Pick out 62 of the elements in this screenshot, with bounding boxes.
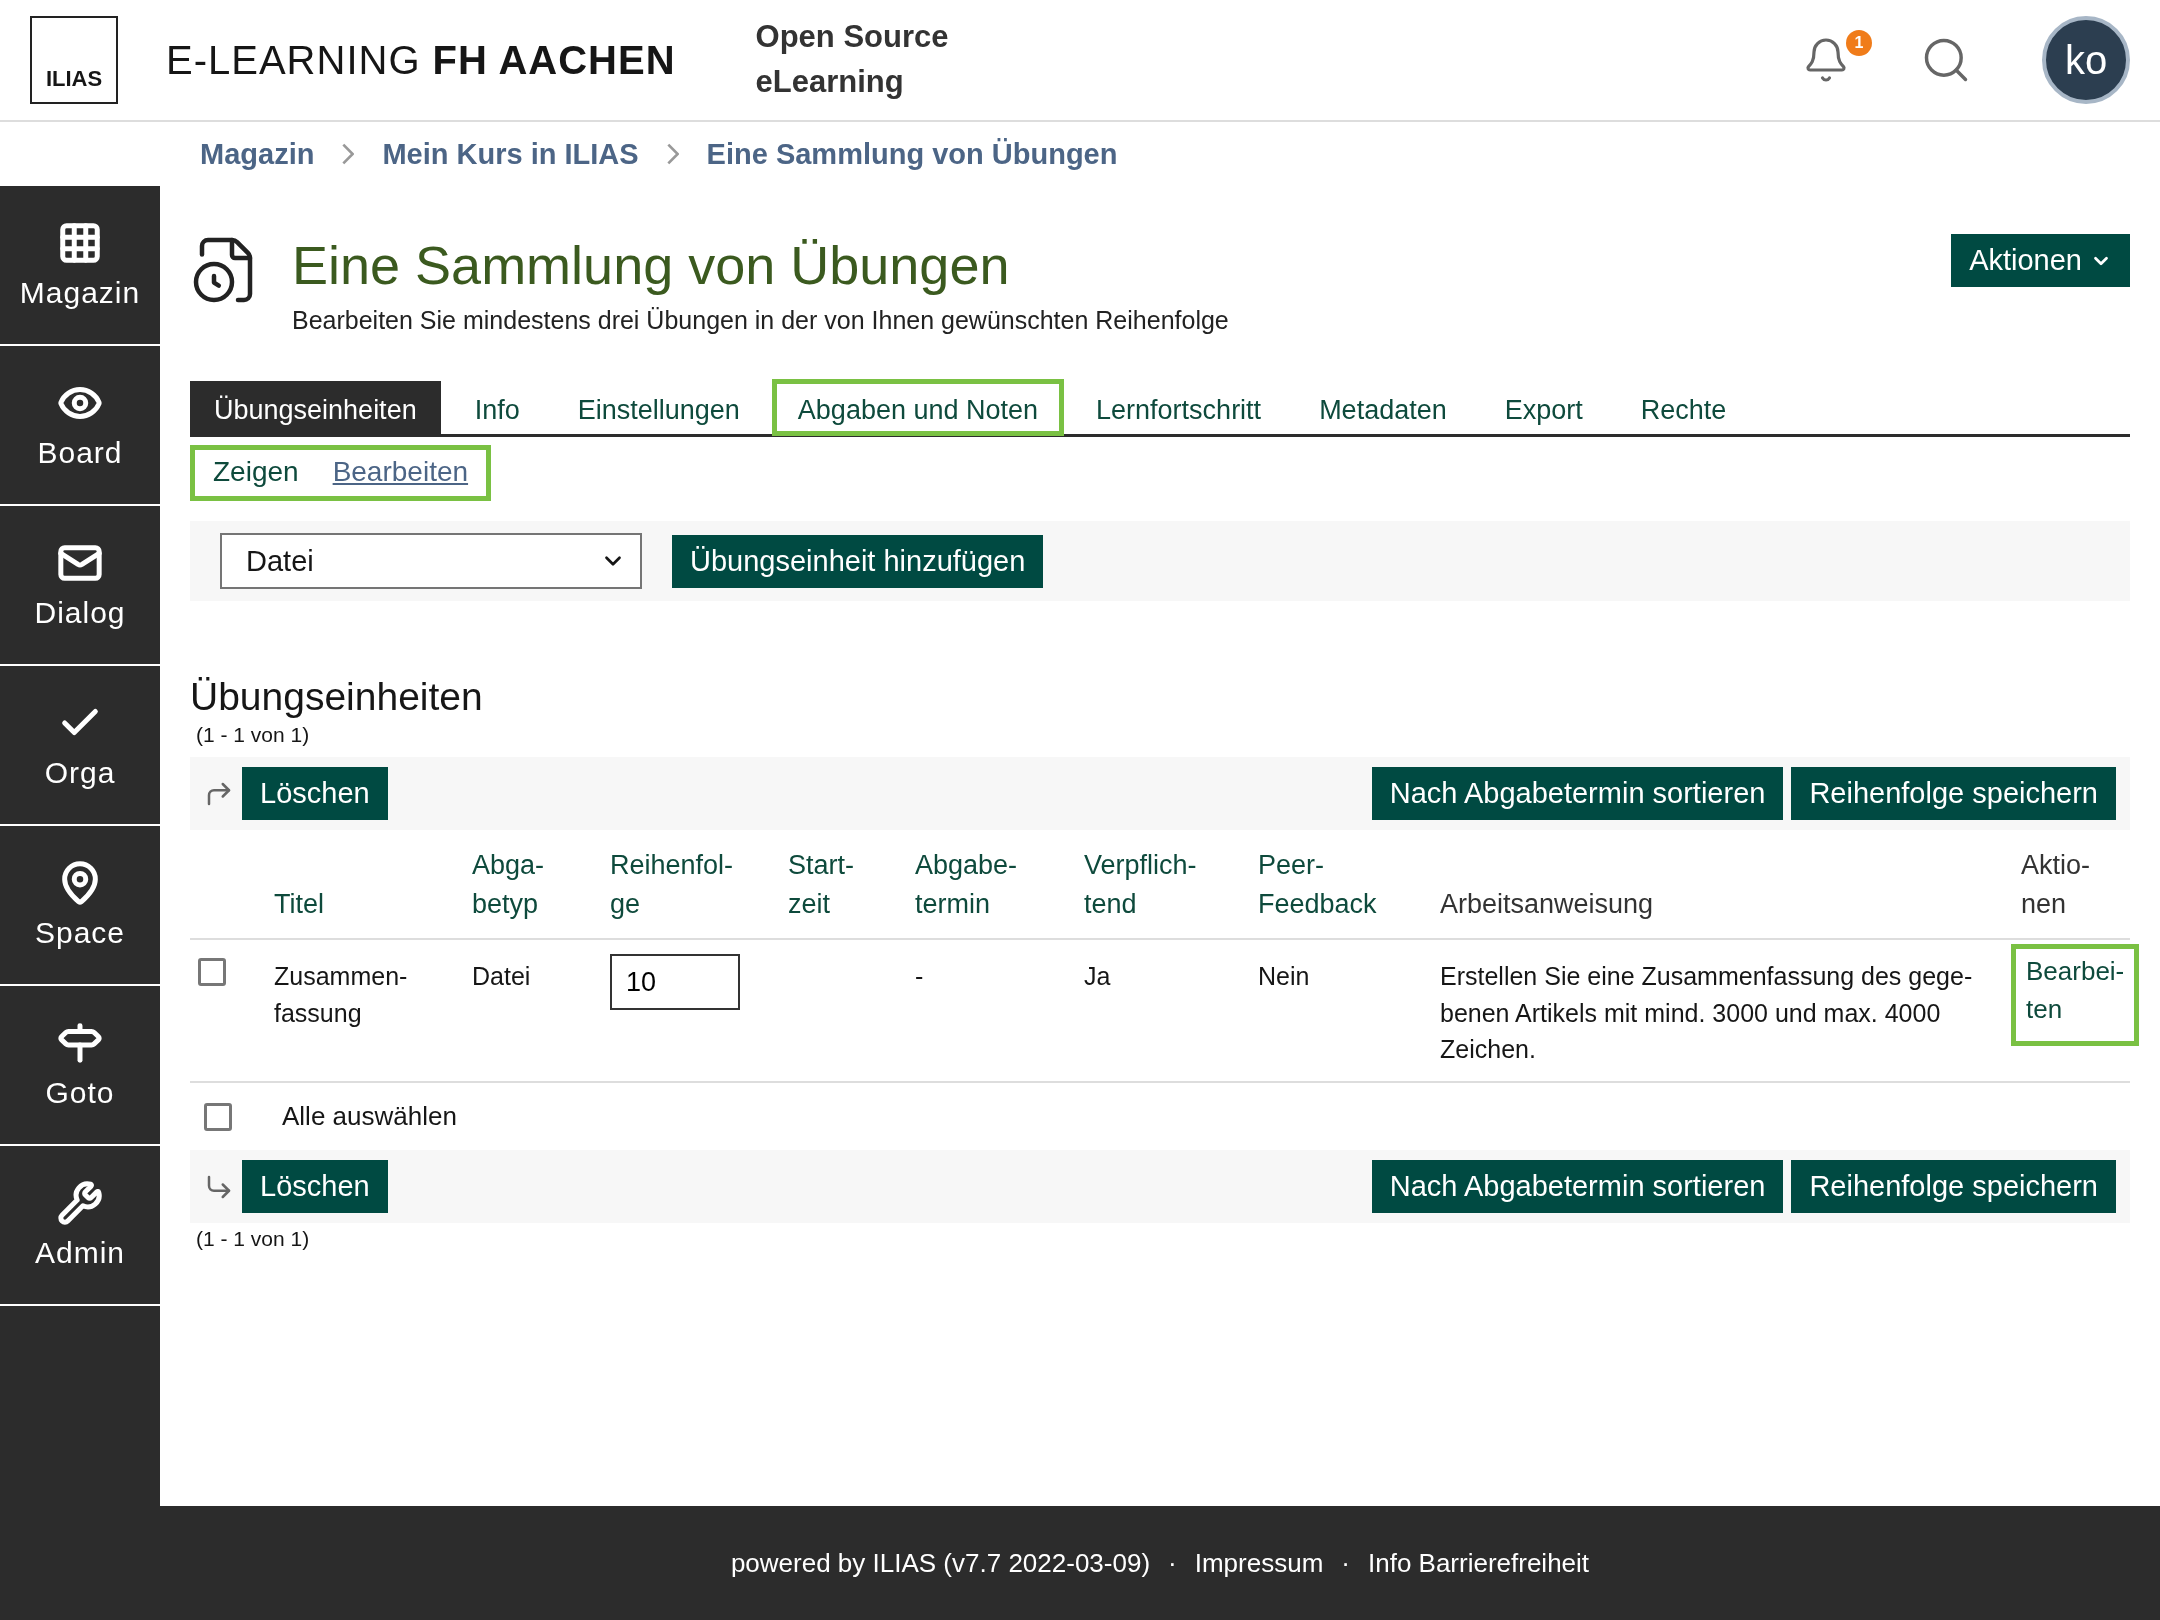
column-header: Aktio- nen [2013,830,2130,940]
column-header[interactable]: Abgabe- termin [907,830,1076,940]
chevron-icon [666,142,679,166]
subtab[interactable]: Bearbeiten [332,456,469,488]
separator-dot: · [1341,1547,1350,1579]
breadcrumb-link[interactable]: Magazin [200,137,315,171]
actions-button[interactable]: Aktionen [1951,234,2130,287]
avatar[interactable]: ko [2042,16,2130,104]
notification-badge: 1 [1846,30,1872,56]
site-title: E-LEARNING FH AACHEN [166,37,676,83]
page-description: Bearbeiten Sie mindestens drei Übungen in der von Ihnen gewünschten Reihenfolge [292,306,1229,335]
delete-button[interactable]: Löschen [242,767,388,820]
checkbox[interactable] [198,958,226,987]
chevron-icon [342,142,355,166]
order-input[interactable]: 10 [610,954,740,1011]
subtab[interactable]: Zeigen [213,456,299,488]
checkbox[interactable] [204,1102,232,1131]
breadcrumb-link[interactable]: Mein Kurs in ILIAS [382,137,639,171]
range-text: (1 - 1 von 1) [196,723,311,747]
tab[interactable]: Rechte [1616,381,1751,434]
breadcrumb-link[interactable]: Eine Sammlung von Übungen [706,137,1118,171]
wrench-icon [57,1180,103,1226]
column-header: Arbeitsanweisung [1432,830,2013,940]
tab[interactable]: Info [450,381,544,434]
table-cell: Zusammen- fassung [266,939,464,1083]
select-all-label: Alle auswählen [282,1101,457,1133]
table-cell: Datei [464,939,602,1083]
type-select[interactable]: Datei [220,533,642,589]
signpost-icon [57,1020,103,1066]
tab[interactable]: Export [1480,381,1607,434]
accessibility-link[interactable]: Info Barrierefreiheit [1367,1547,1590,1579]
imprint-link[interactable]: Impressum [1194,1547,1324,1579]
delete-button[interactable]: Löschen [242,1160,388,1214]
save-order-button[interactable]: Reihenfolge speichern [1791,1160,2116,1214]
tab[interactable]: Abgaben und Noten [773,381,1063,434]
logo[interactable]: ILIAS [30,16,118,104]
column-header[interactable]: Titel [266,830,464,940]
table-cell: Erstellen Sie eine Zusammenfassung des gege- benen Artikels mit mind. 3000 und max. 4000 Zeichen. [1432,939,2013,1083]
tab[interactable]: Metadaten [1295,381,1471,434]
column-header[interactable]: Peer- Feedback [1250,830,1432,940]
sort-button[interactable]: Nach Abgabetermin sortieren [1371,767,1784,820]
add-button[interactable]: Übungseinheit hinzufügen [672,534,1044,588]
table-cell: - [907,939,1076,1083]
tab[interactable]: Einstellungen [553,381,764,434]
separator-dot: · [1168,1547,1177,1579]
grid-icon [57,220,103,266]
range-text: (1 - 1 von 1) [196,1227,311,1252]
section-title: Übungseinheiten [190,675,484,719]
table-cell: Ja [1076,939,1250,1083]
column-header[interactable]: Verpflich- tend [1076,830,1250,940]
column-header[interactable]: Abga- betyp [464,830,602,940]
tagline: Open Source eLearning [755,18,949,101]
table-cell: Nein [1250,939,1432,1083]
page-title: Eine Sammlung von Übungen [292,234,1011,296]
column-header[interactable]: Start- zeit [780,830,907,940]
sort-button[interactable]: Nach Abgabetermin sortieren [1371,1160,1784,1214]
column-header[interactable]: Reihenfol- ge [602,830,780,940]
save-order-button[interactable]: Reihenfolge speichern [1791,767,2116,820]
edit-link[interactable]: Bearbei- ten [2011,944,2140,1046]
tab[interactable]: Übungseinheiten [190,381,441,434]
tab[interactable]: Lernfortschritt [1072,381,1286,434]
powered-by-text: powered by ILIAS (v7.7 2022-03-09) [730,1547,1151,1579]
